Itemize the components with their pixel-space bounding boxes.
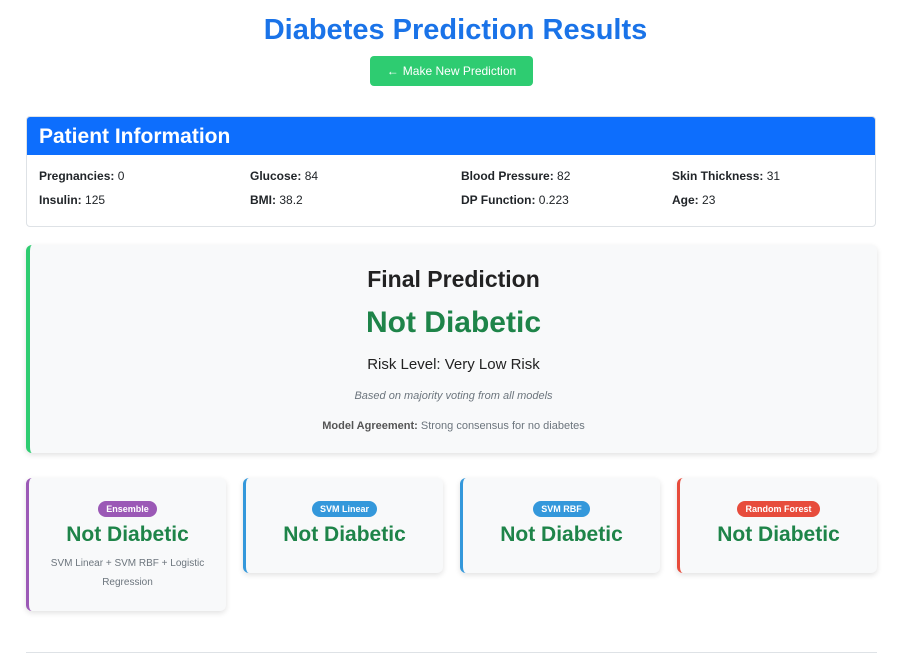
risk-level-value: Very Low Risk	[444, 356, 540, 373]
patient-information-header: Patient Information	[27, 117, 875, 155]
field-label: Pregnancies:	[39, 169, 115, 183]
model-agreement: Model Agreement: Strong consensus for no…	[30, 420, 877, 432]
model-verdict: Not Diabetic	[500, 523, 623, 546]
risk-level: Risk Level: Very Low Risk	[30, 356, 877, 373]
field-label: Glucose:	[250, 169, 302, 183]
final-prediction-card: Final Prediction Not Diabetic Risk Level…	[26, 245, 877, 453]
model-description: SVM Linear + SVM RBF + Logistic Regressi…	[50, 558, 205, 588]
field-label: DP Function:	[461, 193, 536, 207]
model-verdict: Not Diabetic	[717, 523, 840, 546]
model-card-svm-rbf: SVM RBF Not Diabetic	[460, 478, 660, 573]
field-label: Skin Thickness:	[672, 169, 764, 183]
field-skin-thickness: Skin Thickness: 31	[672, 169, 875, 183]
model-card-ensemble: Ensemble Not Diabetic SVM Linear + SVM R…	[26, 478, 226, 611]
final-prediction-verdict: Not Diabetic	[365, 306, 542, 339]
make-new-prediction-button[interactable]: ← Make New Prediction	[370, 56, 533, 86]
field-label: Blood Pressure:	[461, 169, 554, 183]
final-prediction-title: Final Prediction	[367, 266, 540, 292]
field-value: 0	[117, 169, 125, 183]
voting-note: Based on majority voting from all models	[354, 390, 553, 402]
field-value: 0.223	[538, 193, 569, 207]
model-agreement-value: Strong consensus for no diabetes	[420, 420, 585, 432]
model-card-random-forest: Random Forest Not Diabetic	[677, 478, 877, 573]
field-insulin: Insulin: 125	[39, 193, 250, 207]
model-badge: SVM Linear	[311, 501, 377, 517]
risk-level-label: Risk Level:	[367, 356, 441, 373]
make-new-prediction-label: Make New Prediction	[402, 64, 517, 78]
page-title: Diabetes Prediction Results	[263, 14, 648, 46]
model-badge: Ensemble	[98, 501, 157, 517]
divider	[26, 652, 877, 653]
model-verdict: Not Diabetic	[283, 523, 406, 546]
field-value: 23	[702, 193, 716, 207]
model-badge: Random Forest	[737, 501, 820, 517]
model-verdict: Not Diabetic	[66, 523, 189, 546]
model-badge: SVM RBF	[533, 501, 590, 517]
field-label: Insulin:	[39, 193, 82, 207]
field-value: 125	[85, 193, 106, 207]
model-agreement-label: Model Agreement:	[322, 420, 418, 432]
model-card-svm-linear: SVM Linear Not Diabetic	[243, 478, 443, 573]
field-blood-pressure: Blood Pressure: 82	[461, 169, 672, 183]
arrow-left-icon: ←	[386, 64, 399, 78]
field-value: 31	[766, 169, 781, 183]
field-pregnancies: Pregnancies: 0	[39, 169, 250, 183]
field-label: Age:	[672, 193, 699, 207]
field-bmi: BMI: 38.2	[250, 193, 461, 207]
field-age: Age: 23	[672, 193, 875, 207]
field-dp-function: DP Function: 0.223	[461, 193, 672, 207]
patient-information-card: Patient Information Pregnancies: 0 Gluco…	[26, 116, 876, 227]
field-glucose: Glucose: 84	[250, 169, 461, 183]
field-value: 38.2	[279, 193, 303, 207]
field-value: 84	[304, 169, 319, 183]
field-value: 82	[557, 169, 571, 183]
patient-fields: Pregnancies: 0 Glucose: 84 Blood Pressur…	[27, 155, 875, 207]
field-label: BMI:	[250, 193, 276, 207]
